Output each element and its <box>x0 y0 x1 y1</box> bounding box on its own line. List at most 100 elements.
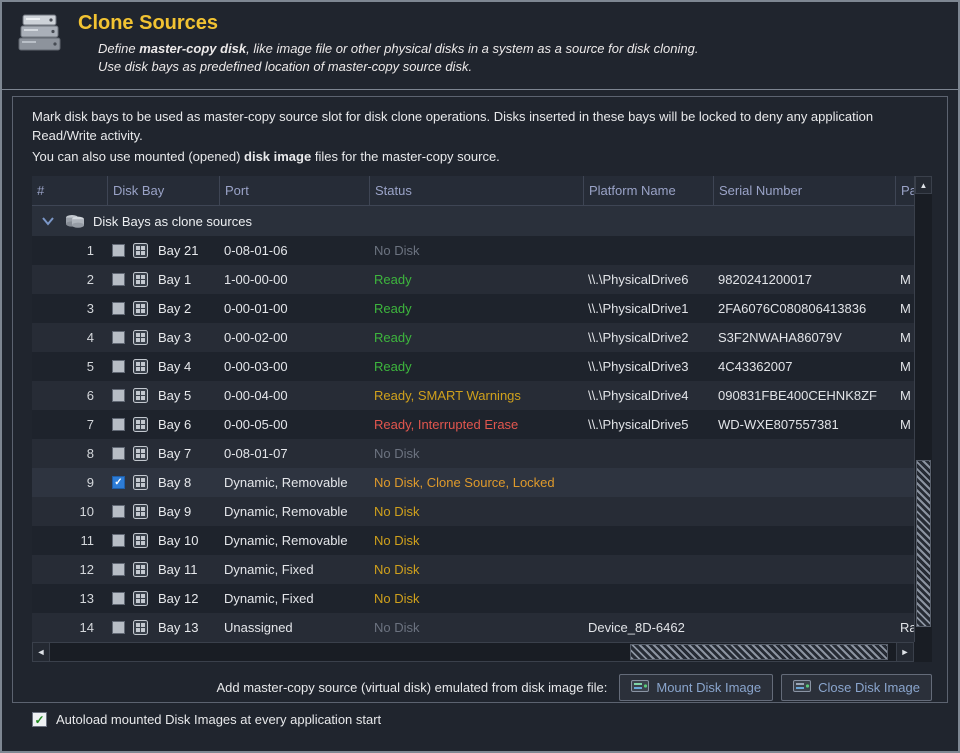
serial-cell: 2FA6076C080806413836 <box>714 301 896 316</box>
extra-cell: M <box>896 330 914 345</box>
close-disk-image-label: Close Disk Image <box>818 680 920 695</box>
chevron-down-icon[interactable] <box>40 214 56 228</box>
group-row-disk-bays[interactable]: Disk Bays as clone sources <box>32 206 914 236</box>
table-row[interactable]: 13 Bay 12 Dynamic, Fixed No Disk <box>32 584 914 613</box>
table-row[interactable]: 4 Bay 3 0-00-02-00 Ready \\.\PhysicalDri… <box>32 323 914 352</box>
scroll-right-button[interactable]: ► <box>896 642 914 662</box>
row-checkbox[interactable] <box>112 505 125 518</box>
column-header-status[interactable]: Status <box>370 176 584 205</box>
column-header-disk-bay[interactable]: Disk Bay <box>108 176 220 205</box>
disk-bay-icon <box>133 330 148 345</box>
scroll-left-button[interactable]: ◄ <box>32 642 50 662</box>
page-header: Clone Sources Define master-copy disk, l… <box>2 2 958 90</box>
scroll-up-button[interactable]: ▲ <box>915 176 932 194</box>
row-checkbox[interactable] <box>112 331 125 344</box>
row-number: 4 <box>32 330 108 345</box>
table-row[interactable]: 2 Bay 1 1-00-00-00 Ready \\.\PhysicalDri… <box>32 265 914 294</box>
column-header-serial-number[interactable]: Serial Number <box>714 176 896 205</box>
port-cell: Dynamic, Removable <box>220 504 370 519</box>
extra-cell: M <box>896 301 914 316</box>
port-cell: Dynamic, Removable <box>220 475 370 490</box>
row-checkbox[interactable] <box>112 534 125 547</box>
platform-cell: \\.\PhysicalDrive4 <box>584 388 714 403</box>
table-row[interactable]: 14 Bay 13 Unassigned No Disk Device_8D-6… <box>32 613 914 642</box>
row-number: 1 <box>32 243 108 258</box>
row-checkbox[interactable] <box>112 360 125 373</box>
row-checkbox[interactable] <box>112 563 125 576</box>
table-row[interactable]: 12 Bay 11 Dynamic, Fixed No Disk <box>32 555 914 584</box>
extra-cell: M <box>896 417 914 432</box>
autoload-label: Autoload mounted Disk Images at every ap… <box>56 712 381 727</box>
disk-bay-icon <box>133 591 148 606</box>
table-row[interactable]: 8 Bay 7 0-08-01-07 No Disk <box>32 439 914 468</box>
table-row[interactable]: 5 Bay 4 0-00-03-00 Ready \\.\PhysicalDri… <box>32 352 914 381</box>
status-cell: Ready, SMART Warnings <box>370 388 584 403</box>
row-checkbox[interactable]: ✓ <box>112 476 125 489</box>
serial-cell: 9820241200017 <box>714 272 896 287</box>
port-cell: 0-08-01-07 <box>220 446 370 461</box>
disk-bay-icon <box>133 243 148 258</box>
row-checkbox[interactable] <box>112 447 125 460</box>
port-cell: 0-00-04-00 <box>220 388 370 403</box>
table-row[interactable]: 3 Bay 2 0-00-01-00 Ready \\.\PhysicalDri… <box>32 294 914 323</box>
bay-label: Bay 13 <box>158 620 198 635</box>
table-row[interactable]: 7 Bay 6 0-00-05-00 Ready, Interrupted Er… <box>32 410 914 439</box>
row-checkbox[interactable] <box>112 418 125 431</box>
column-header-port[interactable]: Port <box>220 176 370 205</box>
row-checkbox[interactable] <box>112 621 125 634</box>
disk-bay-icon <box>133 359 148 374</box>
disk-bay-icon <box>133 475 148 490</box>
bay-label: Bay 8 <box>158 475 191 490</box>
row-checkbox[interactable] <box>112 273 125 286</box>
bay-label: Bay 2 <box>158 301 191 316</box>
disk-bay-icon <box>133 562 148 577</box>
port-cell: 0-00-05-00 <box>220 417 370 432</box>
table-row[interactable]: 1 Bay 21 0-08-01-06 No Disk <box>32 236 914 265</box>
mount-disk-image-button[interactable]: Mount Disk Image <box>619 674 773 701</box>
vertical-scroll-thumb[interactable] <box>916 460 931 627</box>
column-header-number[interactable]: # <box>32 176 108 205</box>
column-header-partial[interactable]: Pa <box>896 176 914 205</box>
table-row[interactable]: 11 Bay 10 Dynamic, Removable No Disk <box>32 526 914 555</box>
bay-label: Bay 10 <box>158 533 198 548</box>
horizontal-scrollbar[interactable]: ◄ ► <box>32 642 932 662</box>
row-checkbox[interactable] <box>112 302 125 315</box>
disk-stack-icon <box>16 8 74 89</box>
vertical-scrollbar[interactable]: ▲ <box>914 176 932 642</box>
page-description-line2: Use disk bays as predefined location of … <box>98 58 958 76</box>
table-body: 1 Bay 21 0-08-01-06 No Disk 2 <box>32 236 914 642</box>
row-checkbox[interactable] <box>112 244 125 257</box>
table-row[interactable]: 9 ✓ Bay 8 Dynamic, Removable No Disk, Cl… <box>32 468 914 497</box>
group-label: Disk Bays as clone sources <box>93 214 252 229</box>
bay-label: Bay 6 <box>158 417 191 432</box>
disk-bays-table: # Disk Bay Port Status Platform Name Ser… <box>32 176 932 662</box>
vertical-scroll-track[interactable] <box>915 194 932 642</box>
row-number: 3 <box>32 301 108 316</box>
disk-bay-icon <box>133 533 148 548</box>
table-row[interactable]: 10 Bay 9 Dynamic, Removable No Disk <box>32 497 914 526</box>
autoload-checkbox[interactable]: ✓ <box>32 712 47 727</box>
clone-sources-window: Clone Sources Define master-copy disk, l… <box>0 0 960 753</box>
port-cell: Dynamic, Fixed <box>220 562 370 577</box>
table-header: # Disk Bay Port Status Platform Name Ser… <box>32 176 914 206</box>
platform-cell: \\.\PhysicalDrive1 <box>584 301 714 316</box>
disk-bay-icon <box>133 446 148 461</box>
row-number: 14 <box>32 620 108 635</box>
serial-cell: 090831FBE400CEHNK8ZF <box>714 388 896 403</box>
bay-label: Bay 3 <box>158 330 191 345</box>
row-checkbox[interactable] <box>112 389 125 402</box>
extra-cell: M <box>896 388 914 403</box>
status-cell: Ready <box>370 301 584 316</box>
horizontal-scroll-thumb[interactable] <box>630 644 888 660</box>
column-header-platform-name[interactable]: Platform Name <box>584 176 714 205</box>
panel-intro-2: You can also use mounted (opened) disk i… <box>32 147 932 166</box>
row-number: 2 <box>32 272 108 287</box>
close-disk-image-button[interactable]: Close Disk Image <box>781 674 932 701</box>
panel-intro-1: Mark disk bays to be used as master-copy… <box>32 107 932 145</box>
table-row[interactable]: 6 Bay 5 0-00-04-00 Ready, SMART Warnings… <box>32 381 914 410</box>
port-cell: 0-00-03-00 <box>220 359 370 374</box>
disk-group-icon <box>65 214 85 229</box>
row-checkbox[interactable] <box>112 592 125 605</box>
horizontal-scroll-track[interactable] <box>50 642 896 662</box>
platform-cell: Device_8D-6462 <box>584 620 714 635</box>
